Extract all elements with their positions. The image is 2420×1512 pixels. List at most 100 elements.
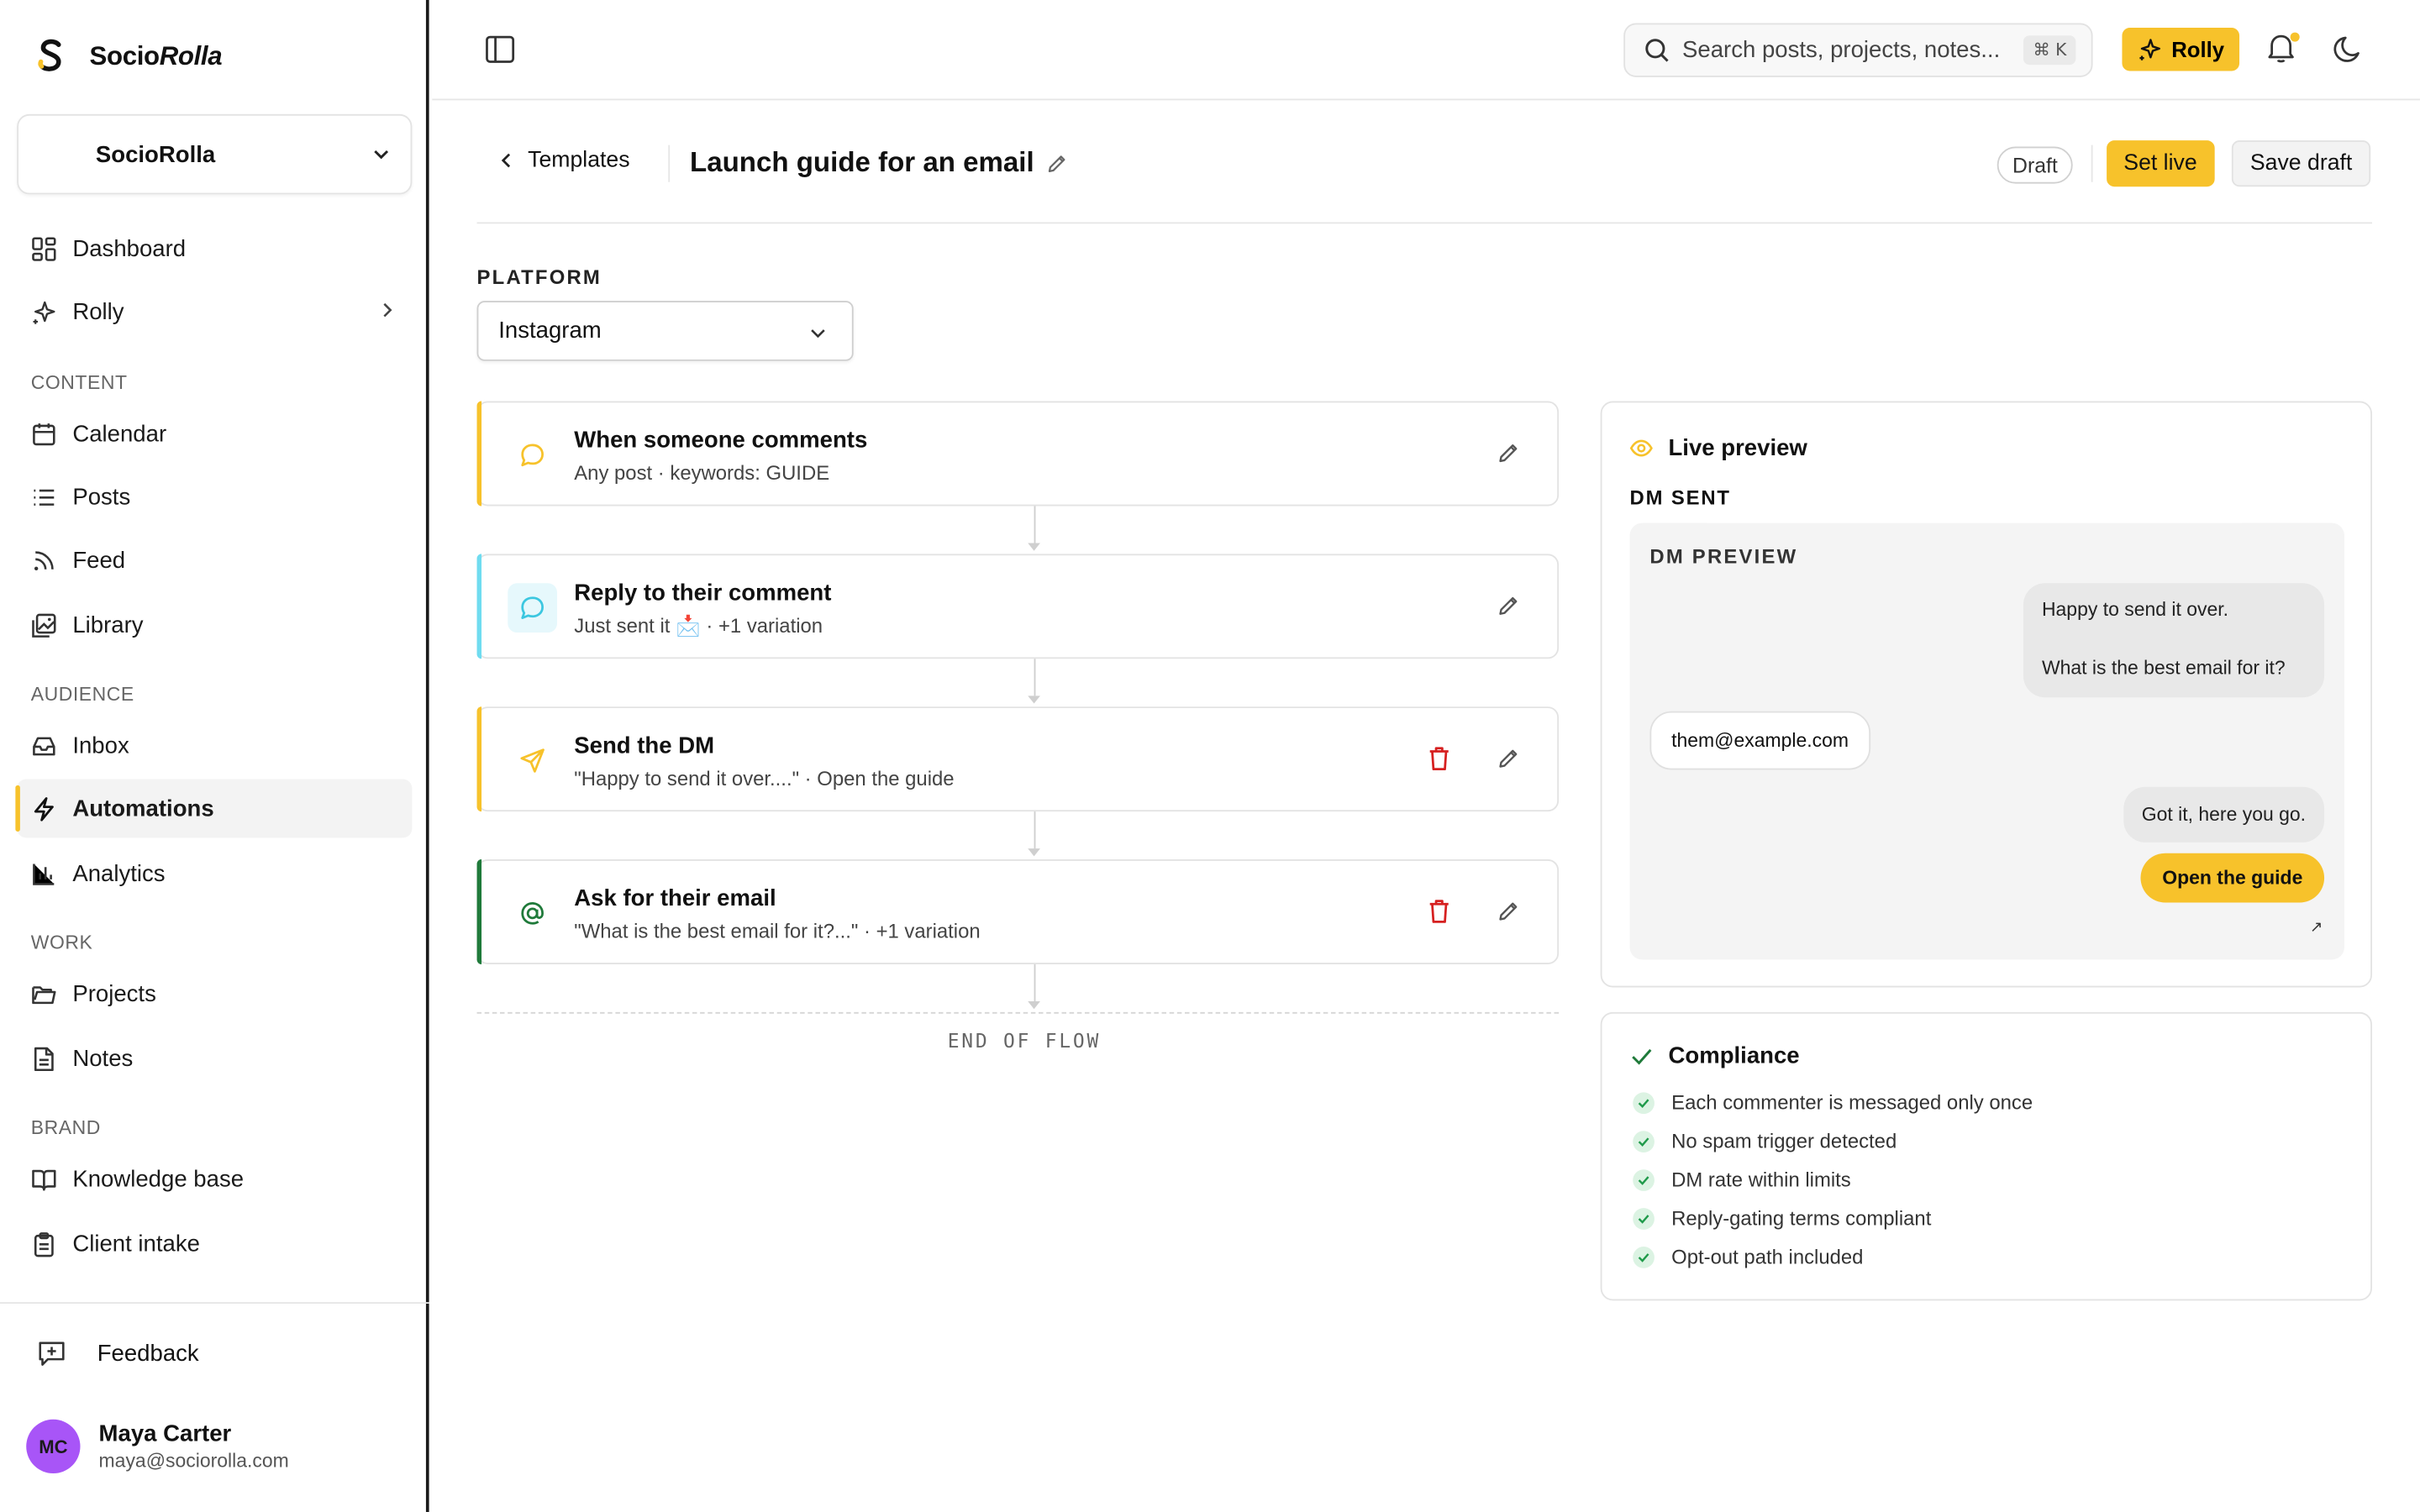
sidebar-item-label: Inbox bbox=[72, 732, 129, 759]
step-accent bbox=[476, 859, 482, 964]
header-separator bbox=[668, 144, 671, 182]
sidebar-item-notes[interactable]: Notes bbox=[17, 1029, 412, 1088]
step-title: Ask for their email bbox=[574, 885, 776, 912]
bolt-icon bbox=[34, 796, 54, 821]
compliance-item-text: No spam trigger detected bbox=[1671, 1129, 1897, 1153]
check-circle-icon bbox=[1633, 1091, 1655, 1114]
external-link-icon: ↗ bbox=[2309, 919, 2323, 937]
rolly-button[interactable]: Rolly bbox=[2122, 28, 2240, 71]
compliance-item: Each commenter is messaged only once bbox=[1633, 1091, 2033, 1114]
step-title: When someone comments bbox=[574, 427, 868, 454]
sparkle-icon bbox=[2139, 39, 2160, 60]
check-circle-icon bbox=[1633, 1130, 1655, 1152]
flow-step-send-dm[interactable]: Send the DM "Happy to send it over...." … bbox=[476, 706, 1560, 812]
flow-step-trigger[interactable]: When someone comments Any post · keyword… bbox=[476, 401, 1560, 507]
pencil-icon[interactable] bbox=[1497, 441, 1521, 465]
compliance-item: DM rate within limits bbox=[1633, 1168, 1851, 1191]
avatar: MC bbox=[26, 1419, 81, 1474]
sidebar-item-analytics[interactable]: Analytics bbox=[17, 844, 412, 903]
sidebar-item-knowledge-base[interactable]: Knowledge base bbox=[17, 1149, 412, 1208]
pencil-icon[interactable] bbox=[1497, 900, 1521, 923]
rss-icon bbox=[34, 550, 54, 570]
workspace-name: SocioRolla bbox=[95, 141, 216, 168]
compliance-item: No spam trigger detected bbox=[1633, 1129, 1897, 1152]
flow-connector bbox=[1034, 963, 1036, 1002]
sidebar-item-inbox[interactable]: Inbox bbox=[17, 716, 412, 774]
flow-connector-arrow bbox=[1028, 696, 1040, 704]
feedback-button[interactable]: Feedback bbox=[37, 1339, 199, 1368]
step-accent bbox=[476, 706, 482, 812]
chevron-down-icon bbox=[374, 150, 389, 160]
sidebar-toggle-icon[interactable] bbox=[485, 34, 516, 65]
outgoing-message: Got it, here you go. bbox=[2123, 786, 2325, 843]
status-badge: Draft bbox=[1996, 146, 2074, 184]
compliance-item-text: Opt-out path included bbox=[1671, 1245, 1864, 1268]
compliance-title: Compliance bbox=[1630, 1043, 1800, 1069]
brand-name: SocioRolla bbox=[89, 41, 223, 71]
step-title: Reply to their comment bbox=[574, 580, 832, 606]
check-icon bbox=[1632, 1048, 1652, 1065]
step-subtitle: Any post · keywords: GUIDE bbox=[574, 461, 830, 485]
search-shortcut: ⌘ K bbox=[2023, 35, 2076, 66]
sidebar-item-label: Posts bbox=[72, 483, 131, 511]
platform-value: Instagram bbox=[498, 318, 602, 344]
check-circle-icon bbox=[1633, 1207, 1655, 1229]
compliance-item-text: DM rate within limits bbox=[1671, 1168, 1851, 1191]
notification-dot bbox=[2290, 32, 2300, 42]
feedback-icon bbox=[39, 1341, 65, 1366]
pencil-icon[interactable] bbox=[1497, 594, 1521, 617]
step-subtitle: Just sent it 📩 · +1 variation bbox=[574, 614, 823, 638]
moon-icon[interactable] bbox=[2330, 33, 2364, 66]
live-preview-title-text: Live preview bbox=[1668, 434, 1807, 462]
sociorolla-logo-icon bbox=[34, 37, 67, 77]
section-label-audience: AUDIENCE bbox=[30, 683, 134, 706]
rolly-button-label: Rolly bbox=[2171, 37, 2225, 62]
open-guide-button[interactable]: Open the guide bbox=[2140, 853, 2325, 903]
at-sign-icon bbox=[508, 889, 557, 938]
sidebar-item-feed[interactable]: Feed bbox=[17, 531, 412, 590]
pencil-icon[interactable] bbox=[1497, 747, 1521, 770]
step-subtitle: "Happy to send it over...." · Open the g… bbox=[574, 766, 955, 790]
sidebar-item-label: Projects bbox=[72, 980, 156, 1007]
back-to-templates-link[interactable]: Templates bbox=[497, 148, 630, 173]
save-draft-button[interactable]: Save draft bbox=[2231, 140, 2371, 187]
sidebar-item-library[interactable]: Library bbox=[17, 596, 412, 654]
book-icon bbox=[32, 1168, 56, 1190]
eye-icon bbox=[1629, 439, 1653, 457]
sidebar-item-rolly[interactable]: Rolly bbox=[17, 282, 412, 341]
user-name: Maya Carter bbox=[98, 1420, 232, 1447]
sidebar-divider bbox=[0, 1302, 429, 1305]
step-accent bbox=[476, 401, 482, 507]
pencil-icon[interactable] bbox=[1046, 152, 1068, 174]
compliance-item: Opt-out path included bbox=[1633, 1245, 1863, 1268]
sidebar-item-label: Client intake bbox=[72, 1230, 200, 1257]
flow-connector-arrow bbox=[1028, 848, 1040, 857]
end-of-flow-label: END OF FLOW bbox=[947, 1029, 1102, 1053]
compliance-panel: Compliance Each commenter is messaged on… bbox=[1600, 1011, 2373, 1301]
set-live-button[interactable]: Set live bbox=[2107, 140, 2214, 187]
sidebar-item-dashboard[interactable]: Dashboard bbox=[17, 219, 412, 278]
flow-step-ask-email[interactable]: Ask for their email "What is the best em… bbox=[476, 859, 1560, 964]
platform-select[interactable]: Instagram bbox=[476, 301, 854, 361]
trash-icon[interactable] bbox=[1426, 745, 1452, 771]
step-subtitle: "What is the best email for it?..." · +1… bbox=[574, 919, 981, 943]
user-profile[interactable]: MC Maya Carter maya@sociorolla.com bbox=[26, 1419, 289, 1474]
sidebar-item-posts[interactable]: Posts bbox=[17, 468, 412, 527]
search-input[interactable] bbox=[1682, 37, 2014, 64]
trash-icon[interactable] bbox=[1426, 898, 1452, 924]
flow-connector bbox=[1034, 506, 1036, 543]
page-title: Launch guide for an email bbox=[690, 146, 1068, 179]
step-accent bbox=[476, 554, 482, 659]
brand[interactable]: SocioRolla bbox=[34, 37, 223, 77]
search-bar[interactable]: ⌘ K bbox=[1623, 23, 2093, 77]
sidebar-item-calendar[interactable]: Calendar bbox=[17, 404, 412, 463]
flow-step-reply[interactable]: Reply to their comment Just sent it 📩 · … bbox=[476, 554, 1560, 659]
check-circle-icon bbox=[1633, 1246, 1655, 1268]
flow-connector-arrow bbox=[1028, 1001, 1040, 1010]
sidebar-item-client-intake[interactable]: Client intake bbox=[17, 1214, 412, 1273]
workspace-select[interactable]: SocioRolla bbox=[17, 113, 413, 195]
sidebar-item-automations[interactable]: Automations bbox=[15, 779, 413, 838]
sidebar-item-projects[interactable]: Projects bbox=[17, 964, 412, 1023]
section-label-brand: BRAND bbox=[30, 1116, 101, 1139]
folder-icon bbox=[32, 985, 56, 1004]
